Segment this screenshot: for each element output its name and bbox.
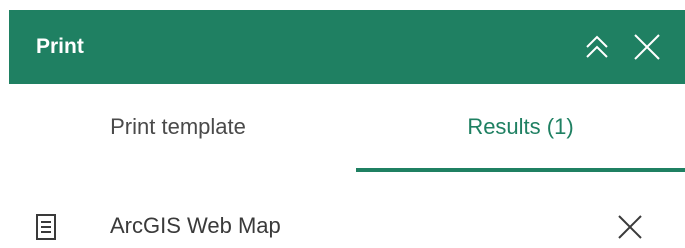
result-label[interactable]: ArcGIS Web Map [110, 213, 281, 239]
print-widget-header: Print [9, 10, 685, 84]
print-widget: Print Print template Results (1) ArcGIS … [0, 0, 685, 248]
collapse-button[interactable] [579, 29, 615, 65]
tab-print-template[interactable]: Print template [9, 84, 347, 170]
list-item[interactable]: ArcGIS Web Map [9, 206, 685, 248]
double-chevron-up-icon [586, 35, 608, 58]
close-icon [618, 215, 642, 239]
tab-label: Results (1) [467, 114, 574, 139]
remove-result-button[interactable] [613, 210, 647, 244]
page-title: Print [36, 35, 84, 58]
close-button[interactable] [629, 29, 665, 65]
tab-bar: Print template Results (1) [9, 84, 685, 174]
active-tab-indicator [356, 168, 685, 172]
close-icon [634, 34, 660, 60]
tab-results[interactable]: Results (1) [356, 84, 685, 170]
tab-label: Print template [110, 114, 246, 139]
document-icon [36, 214, 56, 240]
